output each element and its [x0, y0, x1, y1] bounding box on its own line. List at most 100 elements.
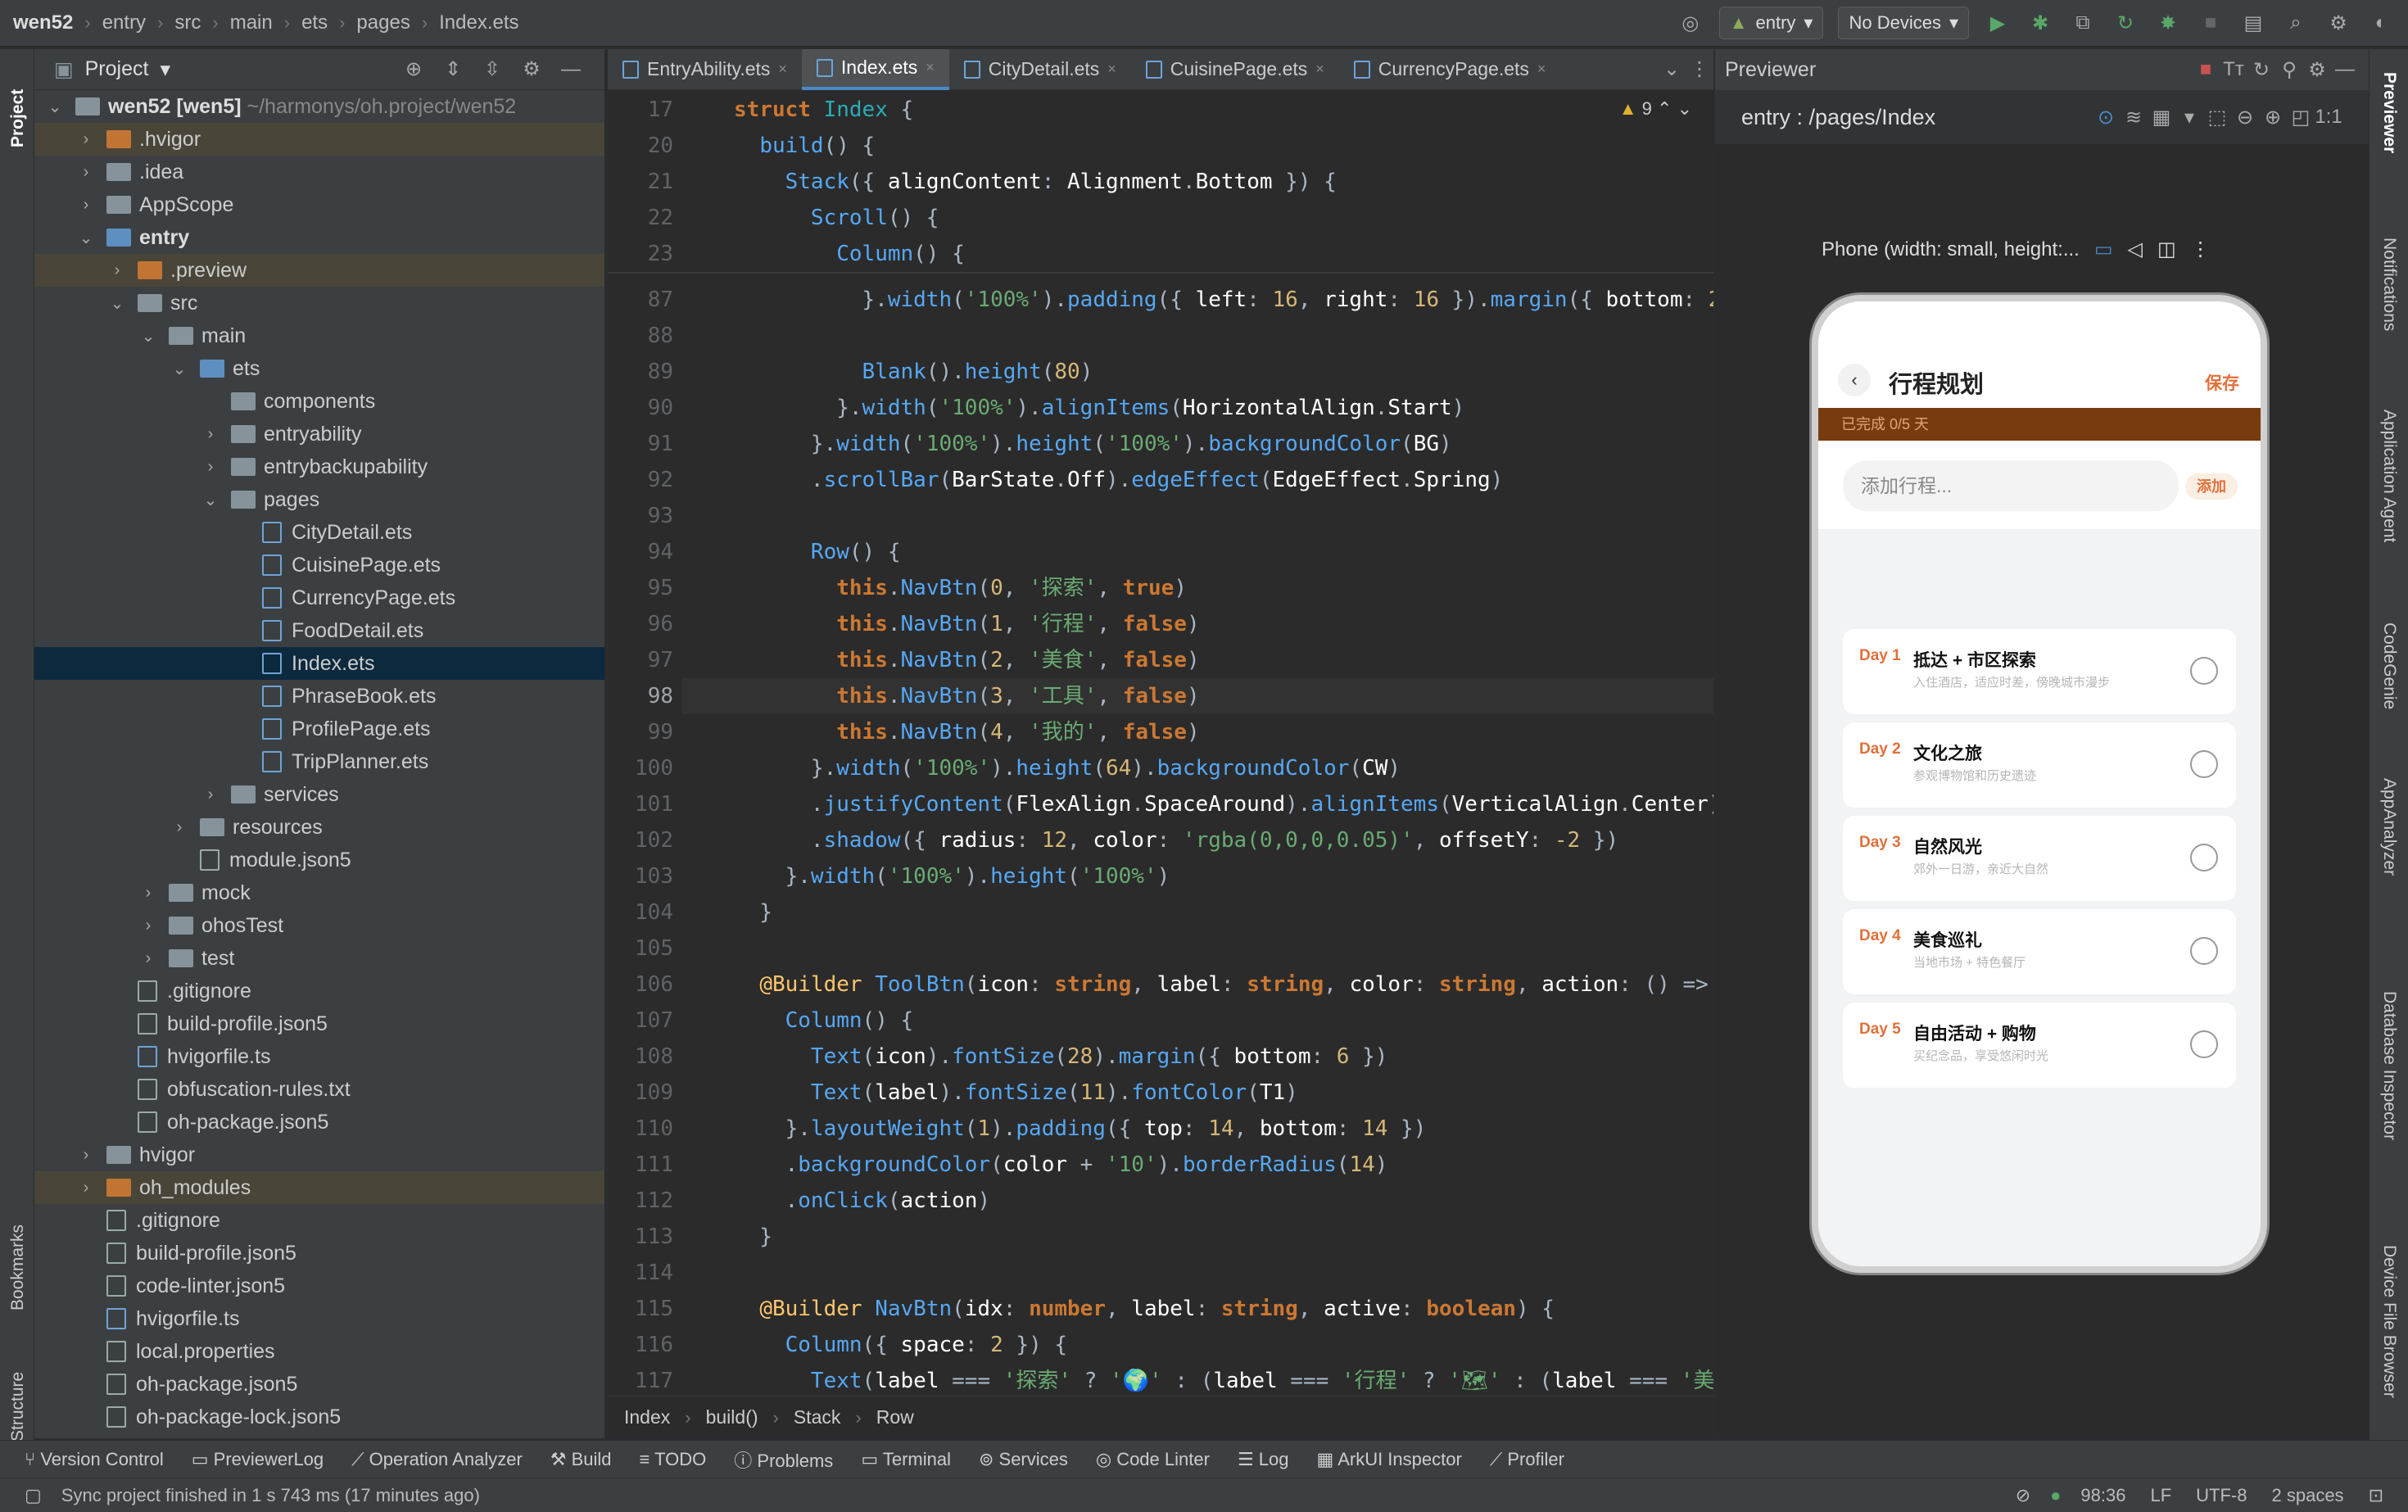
day-card[interactable]: Day 4 美食巡礼 当地市场 + 特色餐厅 [1843, 909, 2236, 994]
day-card[interactable]: Day 1 抵达 + 市区探索 入住酒店，适应时差，傍晚城市漫步 [1843, 629, 2236, 714]
stop-icon[interactable]: ■ [2197, 9, 2225, 37]
chevron-right-icon[interactable]: › [201, 458, 220, 477]
minimize-icon[interactable]: — [2331, 56, 2359, 84]
more-icon[interactable]: ⋮ [2191, 238, 2211, 261]
tree-item[interactable]: › .preview [34, 254, 604, 287]
editor-tab[interactable]: CityDetail.ets × [949, 49, 1131, 90]
chevron-down-icon[interactable]: ▾ [2175, 103, 2203, 131]
tree-item[interactable]: build-profile.json5 [34, 1007, 604, 1040]
tool-window-button[interactable]: ◎ Code Linter [1096, 1449, 1210, 1470]
day-checkbox[interactable] [2190, 657, 2218, 685]
tree-item[interactable]: ⌄ entry [34, 221, 604, 254]
tree-item[interactable]: FoodDetail.ets [34, 614, 604, 647]
tool-window-button[interactable]: ⟋ Operation Analyzer [351, 1449, 523, 1470]
tree-item[interactable]: CuisinePage.ets [34, 549, 604, 582]
code-line[interactable]: Text(label === '探索' ? '🌍' : (label === '… [734, 1363, 1713, 1399]
tree-item[interactable]: › mock [34, 876, 604, 909]
rotate-icon[interactable]: ◁ [2128, 238, 2143, 261]
grid-icon[interactable]: ▦ [2148, 103, 2175, 131]
day-checkbox[interactable] [2190, 750, 2218, 778]
database-inspector-tool-tab[interactable]: Database Inspector [2379, 991, 2399, 1140]
tree-item[interactable]: hvigorfile.ts [34, 1302, 604, 1335]
code-line[interactable]: }.width('100%').padding({ left: 16, righ… [734, 282, 1713, 318]
tool-window-button[interactable]: ⚒ Build [550, 1449, 612, 1470]
target-icon[interactable]: ◎ [1677, 9, 1704, 37]
code-breadcrumb-item[interactable]: Stack [794, 1406, 841, 1428]
tree-item[interactable]: .gitignore [34, 975, 604, 1007]
chevron-down-icon[interactable]: ▾ [160, 57, 170, 82]
inspector-icon[interactable]: ⊙ [2092, 103, 2120, 131]
caret-position[interactable]: 98:36 [2080, 1485, 2125, 1506]
zoom-in-icon[interactable]: ⊕ [2259, 103, 2287, 131]
tree-item[interactable]: ⌄ src [34, 287, 604, 319]
actual-size-icon[interactable]: 1:1 [2315, 103, 2342, 131]
tree-item[interactable]: › .idea [34, 156, 604, 188]
chevron-right-icon[interactable]: › [201, 425, 220, 444]
code-line[interactable]: .onClick(action) [734, 1183, 990, 1219]
device-select[interactable]: No Devices ▾ [1838, 7, 1969, 39]
code-line[interactable]: .scrollBar(BarState.Off).edgeEffect(Edge… [734, 462, 1503, 498]
expand-all-icon[interactable]: ⇕ [439, 56, 467, 84]
editor-tab[interactable]: EntryAbility.ets × [608, 49, 802, 90]
tree-item[interactable]: oh-package-lock.json5 [34, 1401, 604, 1433]
tree-item[interactable]: code-linter.json5 [34, 1270, 604, 1302]
tree-item[interactable]: Index.ets [34, 647, 604, 680]
application-agent-tool-tab[interactable]: Application Agent [2379, 410, 2399, 542]
reload-icon[interactable]: ↻ [2112, 9, 2139, 37]
code-line[interactable]: Column({ space: 2 }) { [734, 1327, 1067, 1363]
multi-device-icon[interactable]: ◫ [2157, 238, 2176, 261]
tree-item[interactable]: .gitignore [34, 1204, 604, 1237]
chevron-down-icon[interactable]: ⌄ [139, 326, 157, 346]
pin-icon[interactable]: ⚲ [2275, 56, 2303, 84]
code-line[interactable]: Column() { [734, 1003, 914, 1039]
code-line[interactable]: } [734, 1219, 772, 1255]
day-checkbox[interactable] [2190, 844, 2218, 871]
code-line[interactable]: Text(label).fontSize(11).fontColor(T1) [734, 1075, 1298, 1111]
chevron-right-icon[interactable]: › [201, 785, 220, 804]
folder-structure-icon[interactable]: ▤ [2239, 9, 2267, 37]
search-icon[interactable]: ⌕ [2282, 9, 2310, 37]
layers-icon[interactable]: ≋ [2120, 103, 2148, 131]
warning-indicator[interactable]: ▲ 9 ⌃ ⌄ [1619, 98, 1692, 120]
tree-item[interactable]: CityDetail.ets [34, 516, 604, 549]
chevron-down-icon[interactable]: ⌄ [77, 228, 95, 248]
day-card[interactable]: Day 3 自然风光 郊外一日游，亲近大自然 [1843, 816, 2236, 901]
code-breadcrumb-item[interactable]: Index [624, 1406, 670, 1428]
breadcrumb-item[interactable]: Index.ets [439, 11, 518, 34]
breadcrumb-item[interactable]: wen52 [13, 11, 73, 34]
status-toggle-icon[interactable]: ▢ [25, 1485, 42, 1506]
project-tool-tab[interactable]: Project [8, 89, 28, 147]
codegenie-tool-tab[interactable]: CodeGenie [2379, 622, 2399, 709]
no-inspection-icon[interactable]: ⊘ [2016, 1485, 2030, 1506]
code-line[interactable]: }.layoutWeight(1).padding({ top: 14, bot… [734, 1111, 1427, 1147]
back-button[interactable]: ‹ [1838, 364, 1871, 396]
code-line[interactable]: Stack({ alignContent: Alignment.Bottom }… [734, 164, 1337, 200]
tree-item[interactable]: oh-package.json5 [34, 1368, 604, 1401]
editor-tab[interactable]: CuisinePage.ets × [1131, 49, 1339, 90]
notifications-tool-tab[interactable]: Notifications [2379, 238, 2399, 331]
bookmarks-tool-tab[interactable]: Bookmarks [8, 1225, 28, 1311]
add-button[interactable]: 添加 [2185, 473, 2238, 500]
lock-icon[interactable]: ⊡ [2369, 1485, 2383, 1506]
code-line[interactable]: Blank().height(80) [734, 354, 1093, 390]
refresh-icon[interactable]: ↻ [2247, 56, 2275, 84]
collapse-all-icon[interactable]: ⇳ [478, 56, 506, 84]
chevron-right-icon[interactable]: › [77, 1179, 95, 1197]
tool-window-button[interactable]: ☰ Log [1238, 1449, 1289, 1470]
editor-tab[interactable]: CurrencyPage.ets × [1339, 49, 1561, 90]
tree-item[interactable]: local.properties [34, 1335, 604, 1368]
chevron-down-icon[interactable]: ⌄ [1677, 98, 1692, 119]
tree-item[interactable]: obfuscation-rules.txt [34, 1073, 604, 1106]
day-checkbox[interactable] [2190, 937, 2218, 965]
day-checkbox[interactable] [2190, 1030, 2218, 1058]
appanalyzer-tool-tab[interactable]: AppAnalyzer [2379, 778, 2399, 876]
editor-tab[interactable]: Index.ets × [801, 49, 949, 90]
font-size-icon[interactable]: Tт [2220, 56, 2247, 84]
close-icon[interactable]: × [1107, 61, 1116, 78]
tree-item[interactable]: ProfilePage.ets [34, 713, 604, 745]
gear-icon[interactable]: ⚙ [2324, 9, 2352, 37]
breadcrumb-item[interactable]: src [174, 11, 201, 34]
tool-window-button[interactable]: ⊚ Services [979, 1449, 1068, 1470]
tool-window-button[interactable]: ▭ Terminal [861, 1449, 951, 1470]
close-icon[interactable]: × [1315, 61, 1324, 78]
